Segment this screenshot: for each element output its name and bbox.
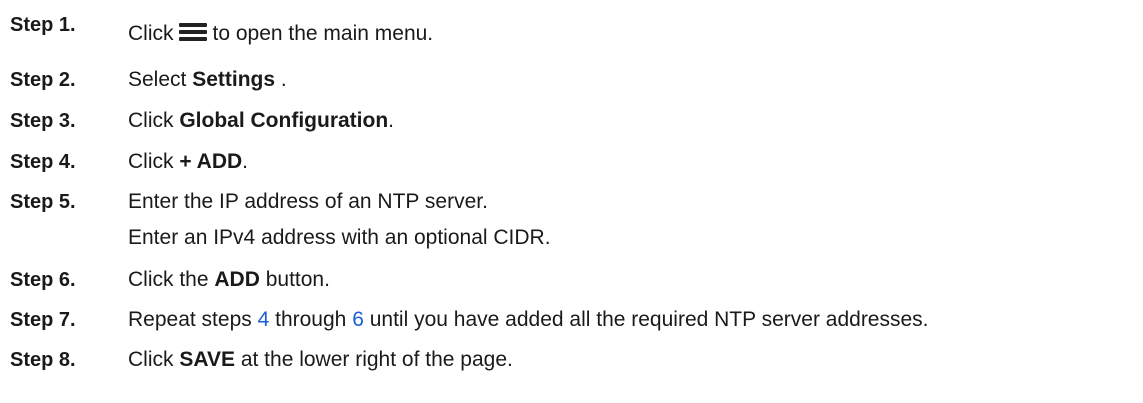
step-text-suffix: button. <box>265 268 330 291</box>
step-text: Click SAVE at the lower right of the pag… <box>128 346 513 374</box>
step-text-prefix: Click <box>128 348 174 371</box>
ui-term-settings: Settings <box>192 68 276 91</box>
hamburger-menu-icon <box>178 22 208 42</box>
step-text: Click Global Configuration. <box>128 107 394 135</box>
step-text-prefix: Click the <box>128 268 209 291</box>
step-text-suffix: . <box>242 150 249 173</box>
step-text-line-2: Enter an IPv4 address with an optional C… <box>128 226 551 249</box>
step-text-prefix: Click <box>128 150 174 173</box>
step-text: Enter the IP address of an NTP server. E… <box>128 188 551 252</box>
step-text: Click + ADD. <box>128 148 248 176</box>
ui-term-global-configuration: Global Configuration <box>179 109 389 132</box>
step-label: Step 2. <box>10 69 76 91</box>
step-label: Step 5. <box>10 191 76 213</box>
step-text-line-1: Enter the IP address of an NTP server. <box>128 190 488 213</box>
step-text-prefix: Repeat steps <box>128 308 252 331</box>
step-text-prefix: Select <box>128 68 187 91</box>
step-text: Repeat steps 4 through 6 until you have … <box>128 306 929 334</box>
step-text-middle: through <box>275 308 347 331</box>
step-text-suffix: . <box>280 68 287 91</box>
ui-term-add-button: ADD <box>214 268 260 291</box>
ui-term-add: + ADD <box>179 150 243 173</box>
step-label: Step 8. <box>10 349 76 371</box>
step-text: Select Settings . <box>128 66 287 94</box>
procedure-steps: Step 1. Click to open the main menu. Step… <box>0 0 1143 403</box>
step-label: Step 7. <box>10 309 76 331</box>
step-text-prefix: Click <box>128 22 174 45</box>
step-link-6[interactable]: 6 <box>352 308 364 331</box>
step-text-suffix: until you have added all the required NT… <box>369 308 929 331</box>
step-label: Step 1. <box>10 14 76 36</box>
step-link-4[interactable]: 4 <box>258 308 270 331</box>
step-label: Step 6. <box>10 269 76 291</box>
ui-term-save: SAVE <box>179 348 235 371</box>
step-text-suffix: . <box>388 109 394 132</box>
step-label: Step 4. <box>10 151 76 173</box>
step-text: Click to open the main menu. <box>128 20 433 48</box>
step-text-suffix: at the lower right of the page. <box>240 348 513 371</box>
step-text-prefix: Click <box>128 109 174 132</box>
step-text: Click the ADD button. <box>128 266 330 294</box>
step-label: Step 3. <box>10 110 76 132</box>
step-text-suffix: to open the main menu. <box>212 22 434 45</box>
